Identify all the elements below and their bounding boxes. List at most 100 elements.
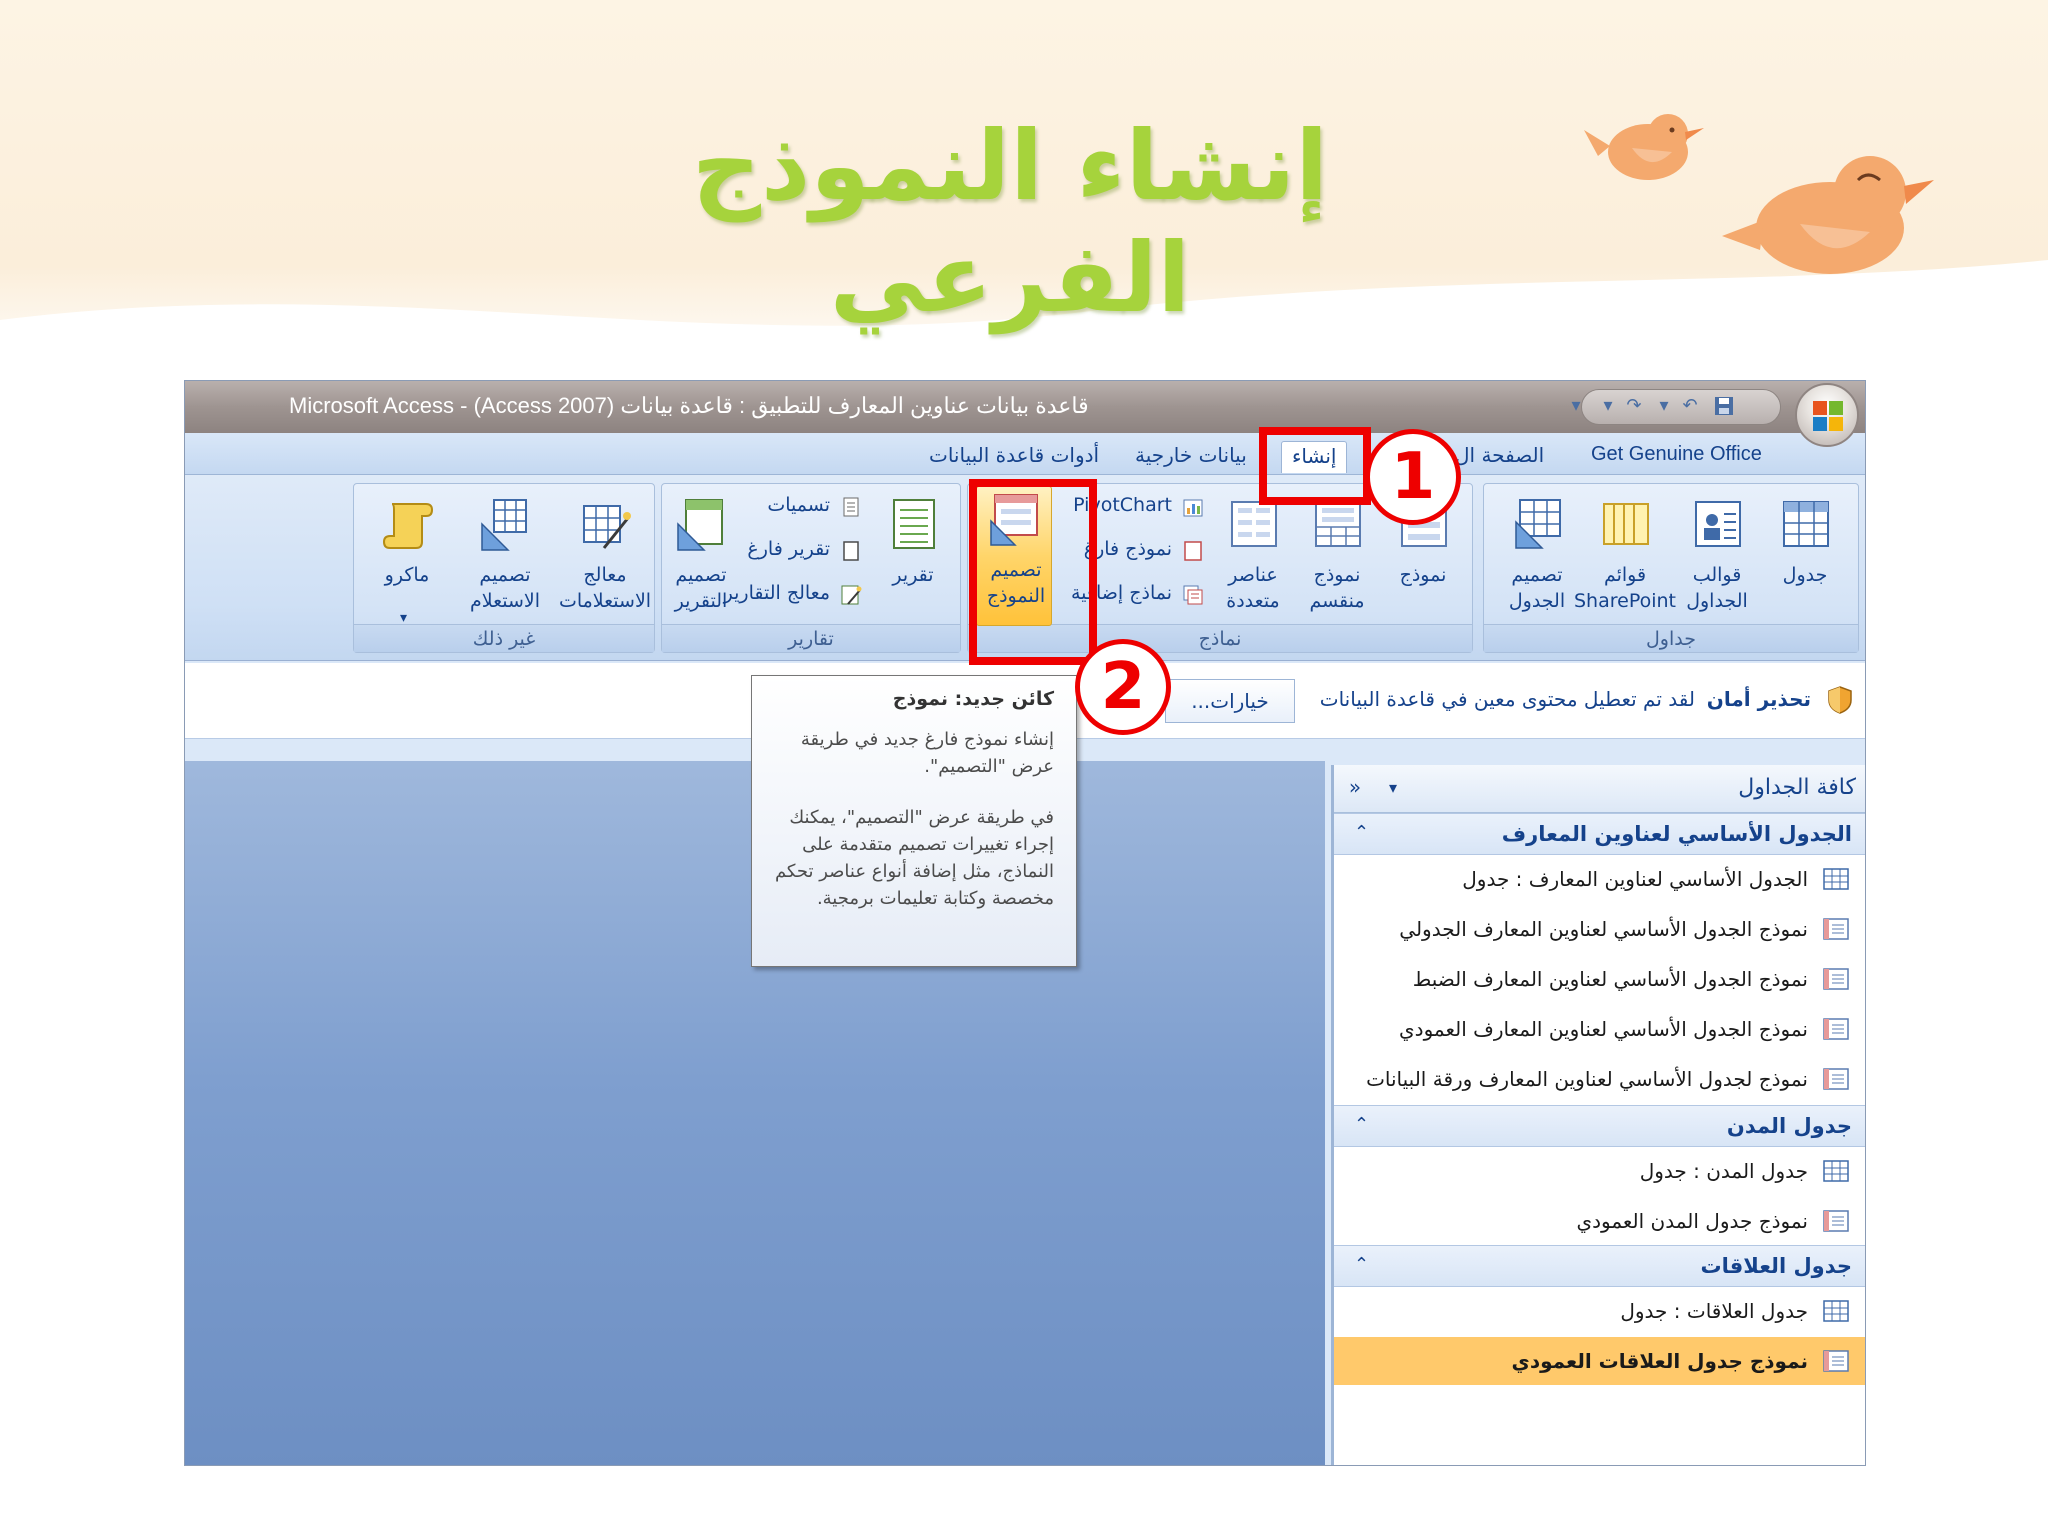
tab-database-tools[interactable]: أدوات قاعدة البيانات: [919, 441, 1109, 473]
pivotchart-icon: [1183, 499, 1203, 517]
undo-dropdown-icon[interactable]: ▾: [1653, 395, 1675, 417]
nav-pane-title[interactable]: كافة الجداول: [1738, 775, 1856, 800]
title-bar: Microsoft Access - (Access 2007) قاعدة ب…: [185, 381, 1865, 447]
collapse-chevron-icon[interactable]: ⌃: [1354, 1114, 1369, 1135]
nav-item-label: جدول العلاقات : جدول: [1620, 1299, 1808, 1323]
redo-icon[interactable]: ↷: [1623, 395, 1645, 417]
nav-item-label: نموذج الجدول الأساسي لعناوين المعارف الع…: [1399, 1017, 1808, 1041]
blank-report-icon: [843, 541, 859, 561]
other-group-label: غير ذلك: [354, 624, 654, 652]
quick-access-toolbar: ▾ ▾ ↷ ▾ ↶: [1561, 387, 1791, 427]
form-icon: [1823, 1068, 1849, 1090]
tooltip-paragraph: في طريقة عرض "التصميم"، يمكنك إجراء تغيي…: [774, 807, 1054, 909]
multiple-items-label: عناصر متعددة: [1226, 564, 1280, 612]
nav-group-contacts[interactable]: الجدول الأساسي لعناوين المعارف ⌃: [1334, 813, 1865, 855]
callout-box-form-design: [969, 479, 1097, 665]
query-wizard-button[interactable]: معالج الاستعلامات: [559, 492, 651, 620]
office-logo-icon: [1813, 401, 1843, 431]
nav-group-cities[interactable]: جدول المدن ⌃: [1334, 1105, 1865, 1147]
security-warning-text: لقد تم تعطيل محتوى معين في قاعدة البيانا…: [1319, 687, 1695, 711]
macro-label: ماكرو: [384, 564, 430, 586]
nav-item[interactable]: نموذج جدول المدن العمودي: [1334, 1197, 1865, 1245]
undo-icon[interactable]: ↶: [1679, 395, 1701, 417]
other-group: معالج الاستعلامات تصميم الاستعلام ماكرو: [353, 483, 655, 653]
tab-external-data[interactable]: بيانات خارجية: [1125, 441, 1257, 473]
report-design-button[interactable]: تصميم التقرير: [658, 492, 744, 620]
nav-item[interactable]: الجدول الأساسي لعناوين المعارف : جدول: [1334, 855, 1865, 903]
report-wizard-icon: [841, 585, 862, 605]
large-bird-icon: [1722, 156, 1934, 274]
table-templates-button[interactable]: قوالب الجداول: [1674, 492, 1760, 620]
nav-item-selected[interactable]: نموذج جدول العلاقات العمودي: [1334, 1337, 1865, 1385]
table-design-label: تصميم الجدول: [1508, 564, 1566, 612]
tables-group-label: جداول: [1484, 624, 1858, 652]
nav-item-label: نموذج جدول العلاقات العمودي: [1511, 1349, 1808, 1373]
slide-title: إنشاء النموذج الفرعي: [691, 110, 1329, 334]
query-design-button[interactable]: تصميم الاستعلام: [462, 492, 548, 620]
multiple-items-button[interactable]: عناصر متعددة: [1210, 492, 1296, 620]
nav-item[interactable]: جدول العلاقات : جدول: [1334, 1287, 1865, 1335]
report-button[interactable]: تقرير: [870, 492, 956, 620]
reports-group-label: تقارير: [662, 624, 960, 652]
callout-number-2: 2: [1075, 639, 1171, 735]
nav-item[interactable]: نموذج لجدول الأساسي لعناوين المعارف ورقة…: [1334, 1055, 1865, 1103]
small-bird-icon: [1584, 114, 1704, 180]
nav-item-label: نموذج الجدول الأساسي لعناوين المعارف الض…: [1412, 967, 1808, 991]
query-wizard-label: معالج الاستعلامات: [558, 564, 652, 612]
blank-report-label: تقرير فارغ: [747, 538, 830, 560]
report-design-label: تصميم التقرير: [674, 564, 728, 612]
more-forms-icon: [1183, 585, 1203, 605]
nav-item-label: نموذج جدول المدن العمودي: [1576, 1209, 1808, 1233]
customize-toolbar-icon[interactable]: ▾: [1565, 395, 1587, 417]
collapse-chevron-icon[interactable]: ⌃: [1354, 822, 1369, 843]
callout-number-1: 1: [1365, 429, 1461, 525]
form-design-tooltip: كائن جديد: نموذج إنشاء نموذج فارغ جديد ف…: [751, 675, 1077, 967]
query-design-label: تصميم الاستعلام: [469, 564, 541, 612]
tab-get-genuine-office[interactable]: Get Genuine Office: [1581, 441, 1772, 473]
shield-icon: [1828, 686, 1852, 714]
table-templates-icon: [1695, 501, 1741, 547]
nav-item-label: نموذج لجدول الأساسي لعناوين المعارف ورقة…: [1366, 1067, 1808, 1091]
reports-group: تصميم النموذج تقرير تسميات تقرير فارغ مع…: [658, 483, 1052, 653]
nav-group-relations[interactable]: جدول العلاقات ⌃: [1334, 1245, 1865, 1287]
navigation-pane: كافة الجداول ▾ » الجدول الأساسي لعناوين …: [1331, 765, 1865, 1465]
office-button[interactable]: [1795, 383, 1859, 447]
nav-collapse-icon[interactable]: »: [1342, 775, 1368, 801]
table-icon: [1823, 868, 1849, 890]
nav-group-title: جدول المدن: [1726, 1114, 1852, 1138]
nav-group-title: الجدول الأساسي لعناوين المعارف: [1501, 822, 1852, 846]
labels-label: تسميات: [767, 494, 830, 516]
nav-item-label: جدول المدن : جدول: [1639, 1159, 1808, 1183]
form-icon: [1823, 1350, 1849, 1372]
nav-item[interactable]: نموذج الجدول الأساسي لعناوين المعارف الج…: [1334, 905, 1865, 953]
collapse-chevron-icon[interactable]: ⌃: [1354, 1254, 1369, 1275]
tab-home[interactable]: الصفحة ال: [1445, 441, 1554, 473]
query-wizard-icon: [583, 505, 631, 549]
table-button[interactable]: جدول: [1762, 492, 1848, 620]
redo-dropdown-icon[interactable]: ▾: [1597, 395, 1619, 417]
form-icon: [1823, 918, 1849, 940]
tooltip-title: كائن جديد: نموذج: [892, 688, 1054, 710]
table-design-icon: [1515, 499, 1561, 549]
ribbon-tab-row: Get Genuine Office الصفحة ال إنشاء بيانا…: [185, 433, 1865, 475]
labels-icon: [843, 497, 859, 517]
nav-item[interactable]: نموذج الجدول الأساسي لعناوين المعارف الع…: [1334, 1005, 1865, 1053]
report-icon: [893, 499, 935, 549]
options-button[interactable]: خيارات...: [1165, 679, 1295, 723]
tables-group: جدول قوالب الجداول قوائم SharePoint تصمي…: [1483, 483, 1859, 653]
macro-button[interactable]: ماكرو ▾: [364, 492, 450, 626]
form-icon: [1823, 1210, 1849, 1232]
save-icon[interactable]: [1713, 395, 1735, 417]
nav-item[interactable]: جدول المدن : جدول: [1334, 1147, 1865, 1195]
callout-box-create-tab: [1259, 427, 1371, 505]
query-design-icon: [481, 499, 527, 551]
sharepoint-lists-button[interactable]: قوائم SharePoint: [1574, 492, 1676, 620]
table-design-button[interactable]: تصميم الجدول: [1494, 492, 1580, 620]
nav-item[interactable]: نموذج الجدول الأساسي لعناوين المعارف الض…: [1334, 955, 1865, 1003]
split-form-button[interactable]: نموذج منقسم: [1294, 492, 1380, 620]
window-title: Microsoft Access - (Access 2007) قاعدة ب…: [289, 393, 1089, 418]
sharepoint-lists-icon: [1603, 503, 1649, 545]
access-window: Microsoft Access - (Access 2007) قاعدة ب…: [184, 380, 1866, 1466]
nav-menu-dropdown-icon[interactable]: ▾: [1380, 775, 1406, 801]
nav-item-label: نموذج الجدول الأساسي لعناوين المعارف الج…: [1399, 917, 1808, 941]
